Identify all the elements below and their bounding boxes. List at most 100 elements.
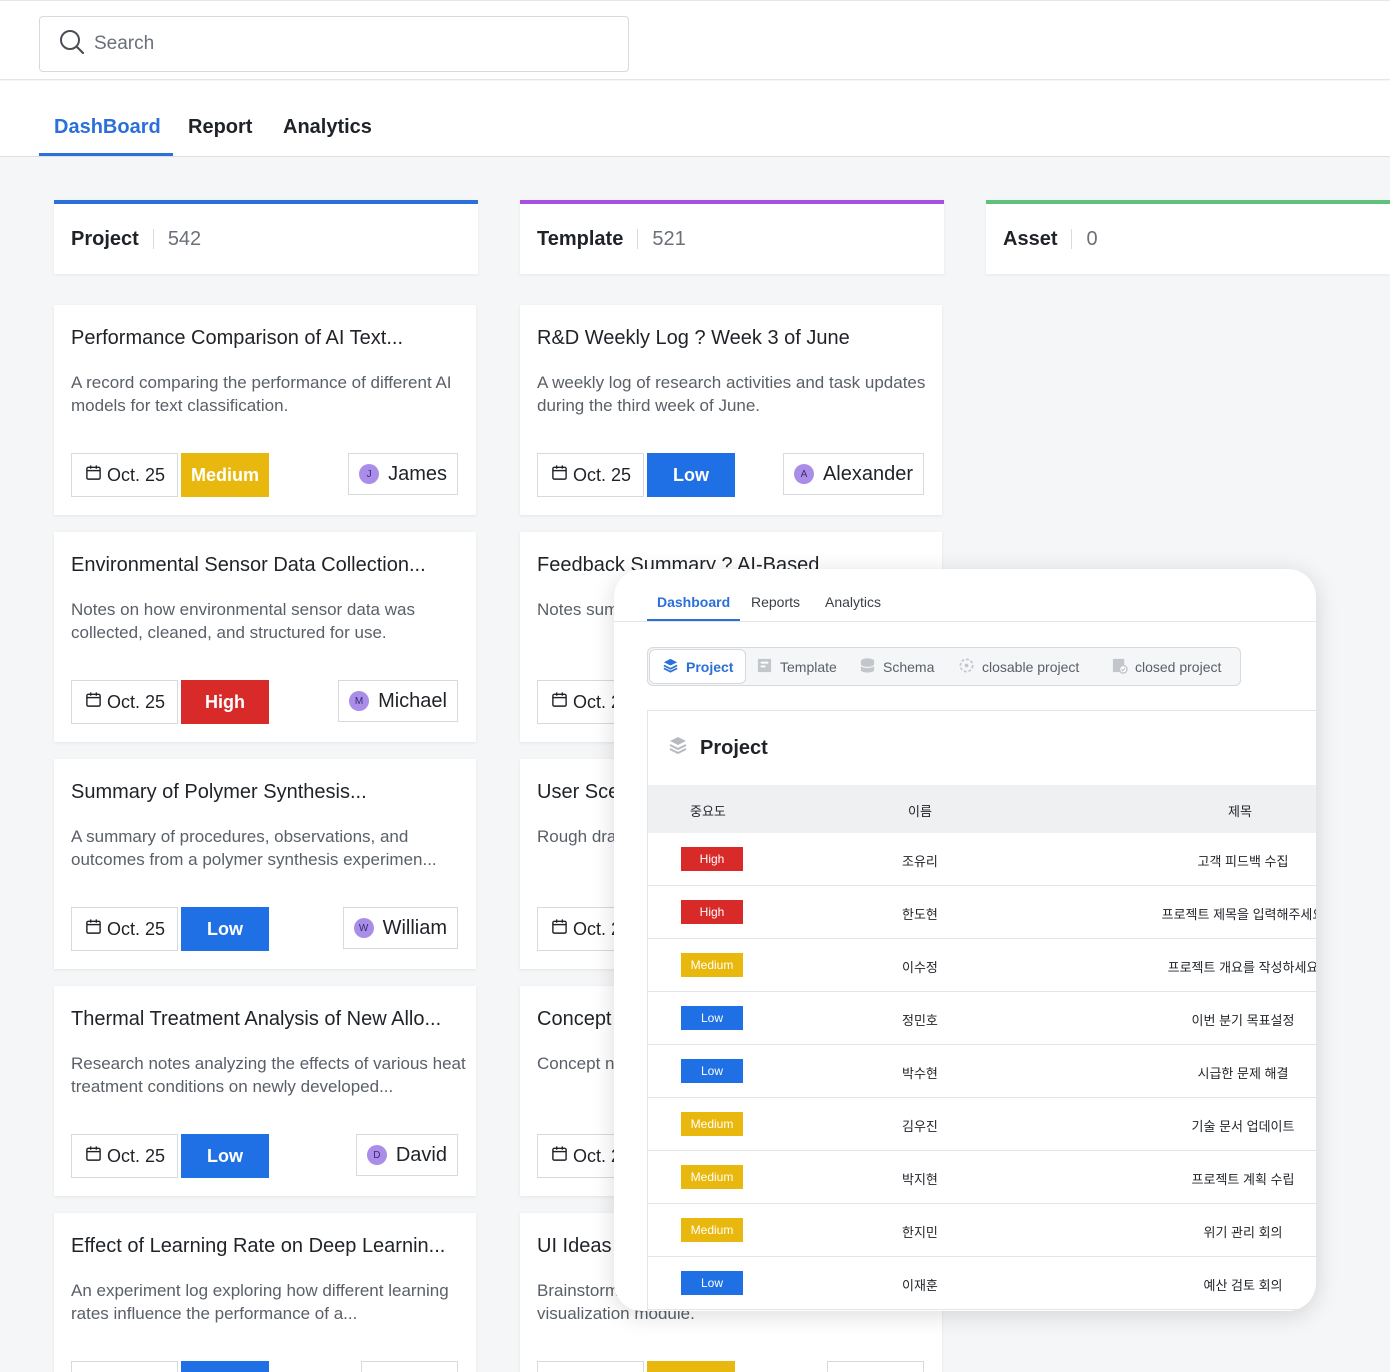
- assignee-chip[interactable]: [827, 1361, 924, 1372]
- divider: [637, 229, 639, 249]
- segment-project[interactable]: Project: [649, 649, 747, 684]
- column-header-project[interactable]: Project 542: [54, 200, 478, 274]
- panel-tab-analytics[interactable]: Analytics: [825, 594, 881, 610]
- column-header-asset[interactable]: Asset 0: [986, 200, 1390, 274]
- segment-label: Template: [780, 658, 837, 675]
- avatar: A: [793, 464, 814, 484]
- date-chip: [71, 1361, 178, 1372]
- row-title: 위기 관리 회의: [1203, 1225, 1283, 1240]
- table-row[interactable]: High 한도현 프로젝트 제목을 입력해주세요: [648, 886, 1316, 939]
- priority-badge: Medium: [181, 453, 269, 497]
- tab-dashboard[interactable]: DashBoard: [54, 116, 161, 139]
- search-input[interactable]: [94, 33, 574, 55]
- card-description: A weekly log of research activities and …: [537, 373, 926, 415]
- card-description: A summary of procedures, observations, a…: [71, 827, 437, 869]
- date-chip: Oct. 25: [537, 453, 644, 497]
- assignee-chip[interactable]: D David: [355, 1134, 458, 1176]
- segment-label: closable project: [982, 658, 1080, 675]
- column-header-template[interactable]: Template 521: [520, 200, 944, 274]
- row-name: 조유리: [902, 854, 938, 869]
- column-count: 0: [1086, 227, 1098, 250]
- column-title: Project: [71, 227, 139, 250]
- table-header: 중요도 이름 제목: [648, 785, 1316, 833]
- table-row[interactable]: Low 박수현 시급한 문제 해결: [648, 1045, 1316, 1098]
- header-priority[interactable]: 중요도: [690, 801, 726, 820]
- row-name: 이재훈: [902, 1278, 938, 1293]
- card-title: Performance Comparison of AI Text...: [71, 327, 404, 349]
- segment-closed-project[interactable]: closed project: [1111, 648, 1221, 685]
- date-text: Oct. 25: [107, 691, 166, 712]
- database-icon: [859, 657, 883, 677]
- priority-badge: Medium: [681, 1218, 743, 1242]
- calendar-icon: [551, 1145, 573, 1167]
- closable-icon: [958, 657, 982, 677]
- segment-closable-project[interactable]: closable project: [958, 648, 1079, 685]
- header-name[interactable]: 이름: [908, 801, 932, 820]
- column-count: 542: [167, 227, 202, 250]
- row-title: 기술 문서 업데이트: [1191, 1119, 1295, 1134]
- layers-icon: [662, 657, 686, 677]
- priority-badge: Low: [181, 1361, 269, 1372]
- assignee-name: Michael: [378, 689, 447, 712]
- table-row[interactable]: High 조유리 고객 피드백 수집: [648, 833, 1316, 886]
- search-box[interactable]: [39, 16, 629, 72]
- row-title: 프로젝트 계획 수립: [1191, 1172, 1295, 1187]
- date-chip: Oct. 25: [71, 907, 178, 951]
- assignee-chip[interactable]: M Michael: [338, 680, 458, 722]
- priority-badge: Low: [681, 1059, 743, 1083]
- priority-badge: Medium: [681, 1165, 743, 1189]
- tab-report[interactable]: Report: [188, 116, 252, 139]
- card-description: Research notes analyzing the effects of …: [71, 1054, 466, 1096]
- search-icon: [58, 28, 86, 61]
- card[interactable]: Thermal Treatment Analysis of New Allo..…: [54, 986, 476, 1196]
- card[interactable]: Environmental Sensor Data Collection... N…: [54, 532, 476, 742]
- table-row[interactable]: Medium 이수정 프로젝트 개요를 작성하세요: [648, 939, 1316, 992]
- assignee-name: David: [395, 1143, 447, 1166]
- avatar: D: [366, 1145, 387, 1165]
- priority-badge: Low: [647, 453, 735, 497]
- avatar: M: [349, 691, 370, 711]
- date-chip: [537, 1361, 644, 1372]
- row-name: 한도현: [902, 907, 938, 922]
- row-name: 박수현: [902, 1066, 938, 1081]
- card[interactable]: R&D Weekly Log ? Week 3 of June A weekly …: [520, 305, 942, 515]
- card[interactable]: Summary of Polymer Synthesis... A summary…: [54, 759, 476, 969]
- table-row[interactable]: Medium 한지민 위기 관리 회의: [648, 1204, 1316, 1257]
- card-title: R&D Weekly Log ? Week 3 of June: [537, 327, 850, 349]
- card-title: Thermal Treatment Analysis of New Allo..…: [71, 1008, 442, 1030]
- row-name: 정민호: [902, 1013, 938, 1028]
- panel-tabs: Dashboard Reports Analytics: [614, 569, 1316, 622]
- divider: [1071, 229, 1073, 249]
- card[interactable]: Performance Comparison of AI Text... A re…: [54, 305, 476, 515]
- project-table: Project 중요도 이름 제목 High 조유리 고객 피드백 수집 High 한도…: [647, 710, 1316, 1311]
- calendar-icon: [551, 464, 573, 486]
- calendar-icon: [85, 1145, 107, 1167]
- panel-tab-dashboard[interactable]: Dashboard: [657, 594, 730, 610]
- table-row[interactable]: Low 정민호 이번 분기 목표설정: [648, 992, 1316, 1045]
- tab-analytics[interactable]: Analytics: [283, 116, 372, 139]
- priority-badge: High: [681, 847, 743, 871]
- card[interactable]: Effect of Learning Rate on Deep Learnin.…: [54, 1213, 476, 1372]
- table-row[interactable]: Medium 박지현 프로젝트 계획 수립: [648, 1151, 1316, 1204]
- date-text: Oct. 25: [107, 464, 166, 485]
- assignee-chip[interactable]: A Alexander: [782, 453, 924, 495]
- priority-badge: High: [681, 900, 743, 924]
- card-title: Environmental Sensor Data Collection...: [71, 554, 426, 576]
- table-row[interactable]: Low 이재훈 예산 검토 회의: [648, 1257, 1316, 1310]
- priority-badge: Low: [681, 1271, 743, 1295]
- header-title[interactable]: 제목: [1228, 801, 1252, 820]
- row-title: 고객 피드백 수집: [1197, 854, 1289, 869]
- assignee-chip[interactable]: [361, 1361, 458, 1372]
- table-row[interactable]: Medium 김우진 기술 문서 업데이트: [648, 1098, 1316, 1151]
- column-count: 521: [652, 227, 686, 250]
- segment-template[interactable]: Template: [756, 648, 837, 685]
- calendar-icon: [85, 691, 107, 713]
- panel-tab-reports[interactable]: Reports: [751, 594, 800, 610]
- table-title-text: Project: [700, 736, 768, 759]
- divider: [152, 229, 154, 249]
- segment-schema[interactable]: Schema: [859, 648, 934, 685]
- assignee-chip[interactable]: J James: [348, 453, 458, 495]
- table-title: Project: [668, 735, 768, 761]
- assignee-chip[interactable]: W William: [342, 907, 458, 949]
- card-title: Summary of Polymer Synthesis...: [71, 781, 367, 803]
